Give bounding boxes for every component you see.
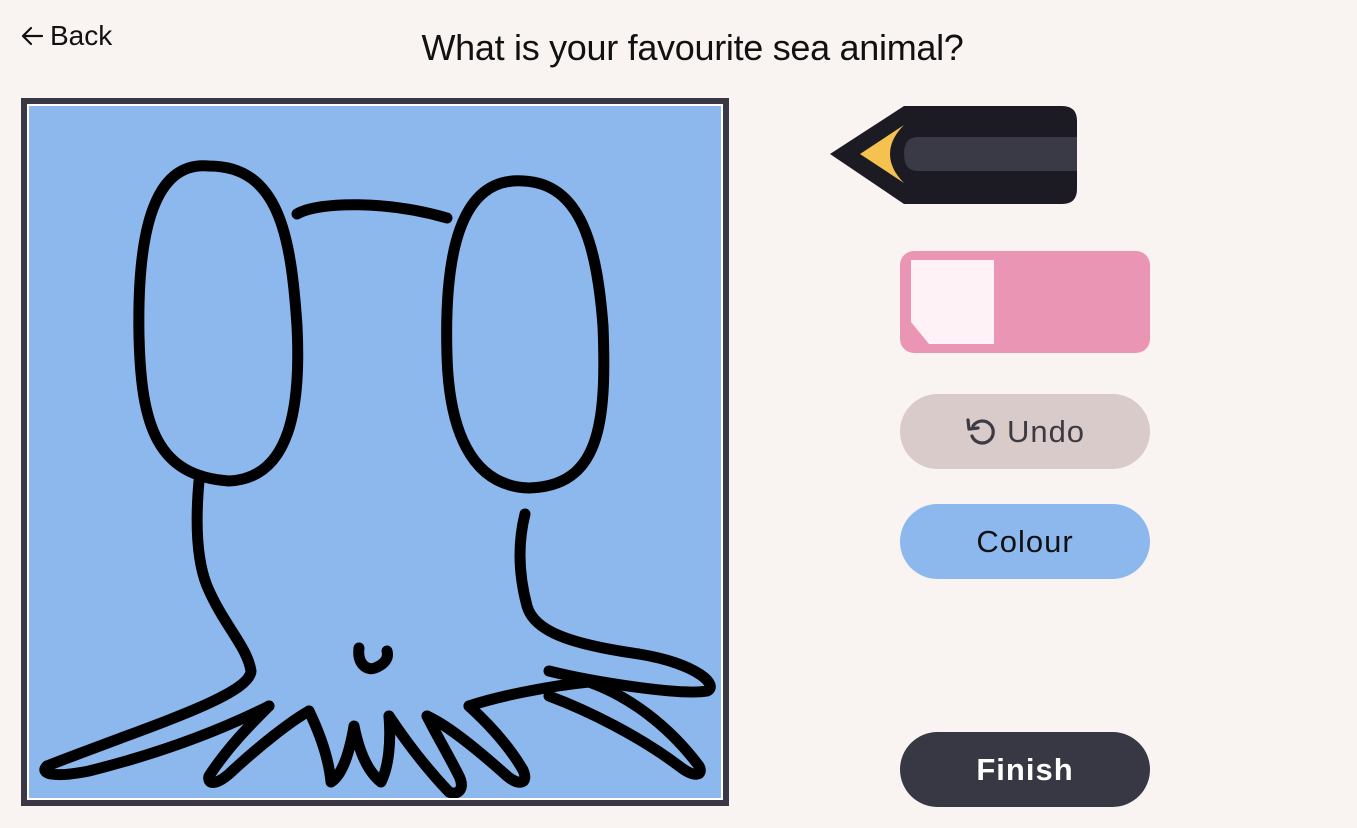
undo-icon bbox=[965, 416, 997, 448]
drawing-canvas[interactable] bbox=[21, 98, 729, 806]
colour-button[interactable]: Colour bbox=[900, 504, 1150, 579]
pencil-icon bbox=[826, 106, 1078, 210]
finish-button[interactable]: Finish bbox=[900, 732, 1150, 807]
eraser-icon bbox=[899, 251, 1151, 358]
undo-label: Undo bbox=[1006, 413, 1086, 449]
pencil-tool-button[interactable] bbox=[826, 103, 1078, 206]
finish-label: Finish bbox=[976, 751, 1074, 787]
undo-button[interactable]: Undo bbox=[900, 394, 1150, 469]
eraser-tool-button[interactable] bbox=[899, 250, 1151, 354]
drawing-artwork bbox=[29, 106, 721, 798]
colour-label: Colour bbox=[976, 523, 1074, 559]
page-title: What is your favourite sea animal? bbox=[421, 27, 964, 68]
